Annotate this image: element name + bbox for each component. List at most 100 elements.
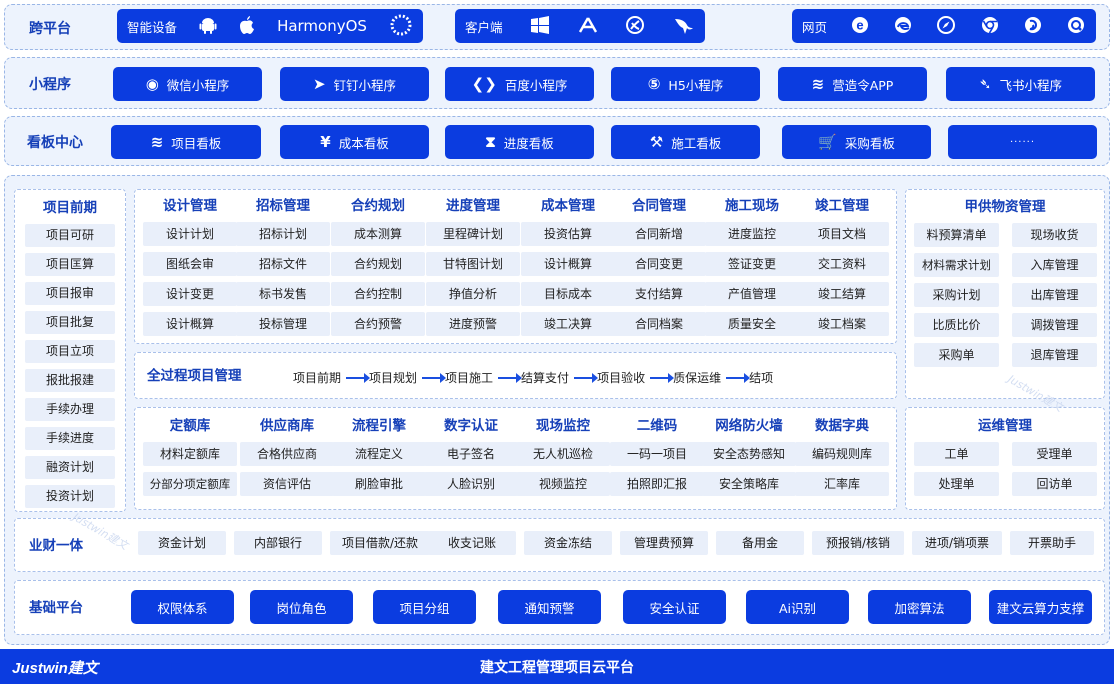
mgmt-item[interactable]: 合约规划 xyxy=(331,252,425,276)
dashboard-progress[interactable]: ⧗ 进度看板 xyxy=(445,125,594,159)
mgmt-item[interactable]: 材料定额库 xyxy=(143,442,237,466)
ops-item[interactable]: 回访单 xyxy=(1012,472,1097,496)
ops-item[interactable]: 工单 xyxy=(914,442,999,466)
mgmt-item[interactable]: 标书发售 xyxy=(236,282,330,306)
mgmt-item[interactable]: 合同新增 xyxy=(612,222,706,246)
base-item[interactable]: 通知预警 xyxy=(498,590,601,624)
finance-item[interactable]: 管理费预算 xyxy=(620,531,708,555)
mini-program-dingtalk[interactable]: ➤ 钉钉小程序 xyxy=(280,67,429,101)
mgmt-item[interactable]: 流程定义 xyxy=(332,442,426,466)
mgmt-item[interactable]: 成本测算 xyxy=(331,222,425,246)
mgmt-item[interactable]: 合同档案 xyxy=(612,312,706,336)
preproject-item[interactable]: 报批报建 xyxy=(25,369,115,392)
mgmt-item[interactable]: 设计概算 xyxy=(521,252,615,276)
mgmt-item[interactable]: 编码规则库 xyxy=(795,442,889,466)
mgmt-item[interactable]: 进度监控 xyxy=(705,222,799,246)
platform-group-web[interactable]: 网页 e xyxy=(792,9,1096,43)
materials-item[interactable]: 出库管理 xyxy=(1012,283,1097,307)
mgmt-item[interactable]: 投资估算 xyxy=(521,222,615,246)
preproject-item[interactable]: 手续办理 xyxy=(25,398,115,421)
dashboard-more[interactable]: ······ xyxy=(948,125,1097,159)
mgmt-item[interactable]: 资信评估 xyxy=(240,472,334,496)
mgmt-item[interactable]: 进度预警 xyxy=(426,312,520,336)
mgmt-item[interactable]: 无人机巡检 xyxy=(516,442,610,466)
base-item[interactable]: 项目分组 xyxy=(373,590,476,624)
mgmt-item[interactable]: 合约控制 xyxy=(331,282,425,306)
finance-item[interactable]: 项目借款/还款 xyxy=(330,531,430,555)
mini-program-feishu[interactable]: ➴ 飞书小程序 xyxy=(946,67,1095,101)
mini-program-wechat[interactable]: ◉ 微信小程序 xyxy=(113,67,262,101)
dashboard-procurement[interactable]: 🛒 采购看板 xyxy=(782,125,931,159)
mgmt-item[interactable]: 合约预警 xyxy=(331,312,425,336)
mgmt-item[interactable]: 招标文件 xyxy=(236,252,330,276)
mgmt-item[interactable]: 人脸识别 xyxy=(424,472,518,496)
mgmt-item[interactable]: 挣值分析 xyxy=(426,282,520,306)
materials-item[interactable]: 调拨管理 xyxy=(1012,313,1097,337)
materials-item[interactable]: 采购计划 xyxy=(914,283,999,307)
finance-item[interactable]: 内部银行 xyxy=(234,531,322,555)
materials-item[interactable]: 现场收货 xyxy=(1012,223,1097,247)
dashboard-project[interactable]: ≋ 项目看板 xyxy=(111,125,261,159)
mgmt-item[interactable]: 里程碑计划 xyxy=(426,222,520,246)
finance-item[interactable]: 进项/销项票 xyxy=(912,531,1002,555)
mgmt-item[interactable]: 图纸会审 xyxy=(143,252,237,276)
mgmt-item[interactable]: 合同变更 xyxy=(612,252,706,276)
mgmt-item[interactable]: 质量安全 xyxy=(705,312,799,336)
materials-item[interactable]: 比质比价 xyxy=(914,313,999,337)
materials-item[interactable]: 采购单 xyxy=(914,343,999,367)
preproject-item[interactable]: 项目批复 xyxy=(25,311,115,334)
mgmt-item[interactable]: 招标计划 xyxy=(236,222,330,246)
mgmt-item[interactable]: 支付结算 xyxy=(612,282,706,306)
mgmt-item[interactable]: 竣工结算 xyxy=(795,282,889,306)
preproject-item[interactable]: 项目立项 xyxy=(25,340,115,363)
base-item[interactable]: 加密算法 xyxy=(868,590,971,624)
materials-item[interactable]: 入库管理 xyxy=(1012,253,1097,277)
mgmt-item[interactable]: 拍照即汇报 xyxy=(610,472,704,496)
ops-item[interactable]: 处理单 xyxy=(914,472,999,496)
preproject-item[interactable]: 项目匡算 xyxy=(25,253,115,276)
mgmt-item[interactable]: 竣工决算 xyxy=(521,312,615,336)
preproject-item[interactable]: 融资计划 xyxy=(25,456,115,479)
mgmt-item[interactable]: 安全策略库 xyxy=(702,472,796,496)
mgmt-item[interactable]: 签证变更 xyxy=(705,252,799,276)
ops-item[interactable]: 受理单 xyxy=(1012,442,1097,466)
finance-item[interactable]: 收支记账 xyxy=(428,531,516,555)
preproject-item[interactable]: 项目可研 xyxy=(25,224,115,247)
mgmt-item[interactable]: 设计概算 xyxy=(143,312,237,336)
mgmt-item[interactable]: 安全态势感知 xyxy=(702,442,796,466)
mgmt-item[interactable]: 竣工档案 xyxy=(795,312,889,336)
mgmt-item[interactable]: 电子签名 xyxy=(424,442,518,466)
mgmt-item[interactable]: 项目文档 xyxy=(795,222,889,246)
mgmt-item[interactable]: 刷脸审批 xyxy=(332,472,426,496)
preproject-item[interactable]: 项目报审 xyxy=(25,282,115,305)
base-item[interactable]: 岗位角色 xyxy=(250,590,353,624)
mgmt-item[interactable]: 设计变更 xyxy=(143,282,237,306)
mini-program-h5[interactable]: ⑤ H5小程序 xyxy=(611,67,760,101)
materials-item[interactable]: 退库管理 xyxy=(1012,343,1097,367)
base-item[interactable]: Ai识别 xyxy=(746,590,849,624)
platform-group-client[interactable]: 客户端 xyxy=(455,9,705,43)
mgmt-item[interactable]: 设计计划 xyxy=(143,222,237,246)
preproject-item[interactable]: 手续进度 xyxy=(25,427,115,450)
dashboard-cost[interactable]: ¥ 成本看板 xyxy=(280,125,429,159)
materials-item[interactable]: 料预算清单 xyxy=(914,223,999,247)
materials-item[interactable]: 材料需求计划 xyxy=(914,253,999,277)
base-item[interactable]: 安全认证 xyxy=(623,590,726,624)
base-item[interactable]: 权限体系 xyxy=(131,590,234,624)
mgmt-item[interactable]: 目标成本 xyxy=(521,282,615,306)
mgmt-item[interactable]: 交工资料 xyxy=(795,252,889,276)
mgmt-item[interactable]: 投标管理 xyxy=(236,312,330,336)
finance-item[interactable]: 资金计划 xyxy=(138,531,226,555)
platform-group-smart-devices[interactable]: 智能设备 HarmonyOS xyxy=(117,9,423,43)
finance-item[interactable]: 开票助手 xyxy=(1010,531,1094,555)
mini-program-yingzaoling[interactable]: ≋ 营造令APP xyxy=(778,67,927,101)
finance-item[interactable]: 资金冻结 xyxy=(524,531,612,555)
mgmt-item[interactable]: 汇率库 xyxy=(795,472,889,496)
preproject-item[interactable]: 投资计划 xyxy=(25,485,115,508)
mini-program-baidu[interactable]: ❮❯ 百度小程序 xyxy=(445,67,594,101)
mgmt-item[interactable]: 产值管理 xyxy=(705,282,799,306)
mgmt-item[interactable]: 分部分项定额库 xyxy=(143,472,237,496)
finance-item[interactable]: 备用金 xyxy=(716,531,804,555)
mgmt-item[interactable]: 视频监控 xyxy=(516,472,610,496)
mgmt-item[interactable]: 甘特图计划 xyxy=(426,252,520,276)
